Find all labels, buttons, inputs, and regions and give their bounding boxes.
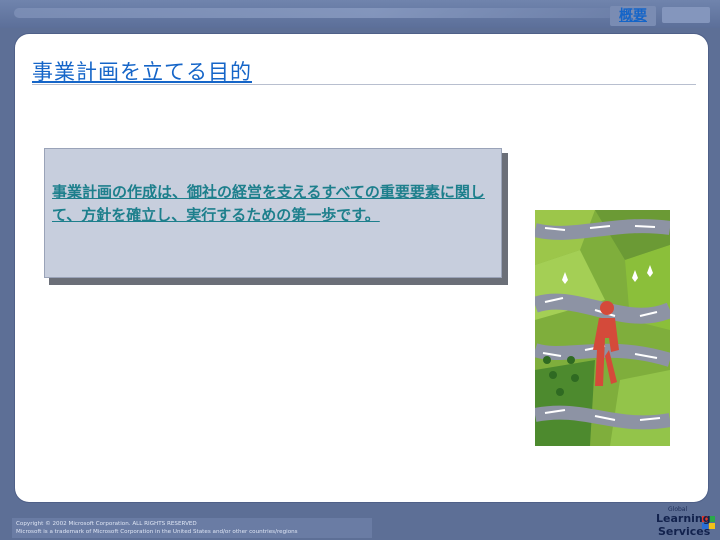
person-walking-road-icon: [535, 210, 670, 446]
logo-line-services: Services: [658, 525, 711, 538]
copyright-line-1: Copyright © 2002 Microsoft Corporation. …: [16, 521, 197, 527]
title-divider: [32, 84, 696, 85]
callout-text[interactable]: 事業計画の作成は、御社の経営を支えるすべての重要要素に関して、方針を確立し、実行…: [52, 181, 492, 227]
header-decorative-strip: [14, 8, 614, 18]
logo-line-learning: Learning: [656, 512, 711, 525]
global-learning-services-logo: Global Learning Services: [652, 506, 718, 540]
header-right-tab: [662, 7, 710, 23]
copyright-line-2: Microsoft is a trademark of Microsoft Co…: [16, 529, 298, 535]
copyright-notice: Copyright © 2002 Microsoft Corporation. …: [16, 520, 298, 536]
slide-title[interactable]: 事業計画を立てる目的: [32, 56, 252, 86]
overview-link[interactable]: 概要: [610, 6, 656, 26]
